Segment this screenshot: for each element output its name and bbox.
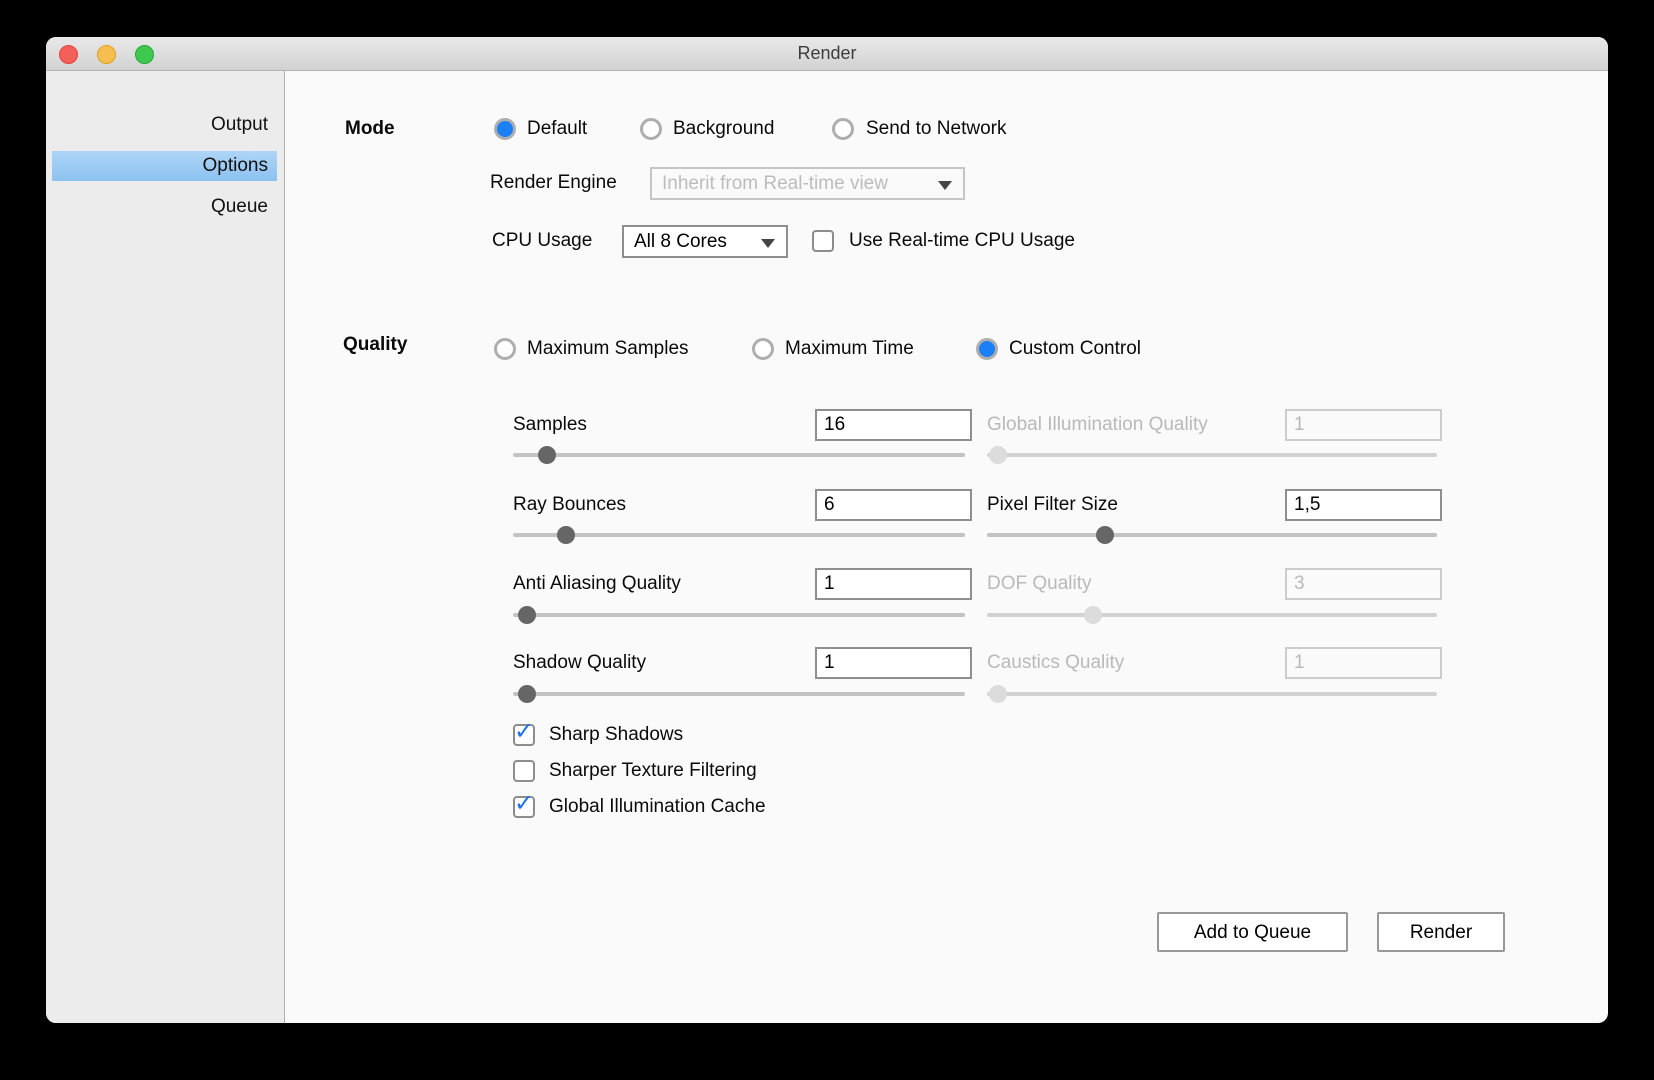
gi-quality-input xyxy=(1285,409,1442,441)
ray-bounces-input[interactable] xyxy=(815,489,972,521)
gi-cache-label[interactable]: Global Illumination Cache xyxy=(549,796,766,818)
anti-aliasing-quality-input[interactable] xyxy=(815,568,972,600)
caustics-quality-input xyxy=(1285,647,1442,679)
use-realtime-cpu-label[interactable]: Use Real-time CPU Usage xyxy=(849,230,1075,252)
ray-bounces-slider-handle[interactable] xyxy=(557,526,575,544)
mode-radio-background-label[interactable]: Background xyxy=(673,118,774,140)
sidebar-item-options[interactable]: Options xyxy=(52,151,277,181)
pixel-filter-size-input[interactable] xyxy=(1285,489,1442,521)
use-realtime-cpu-checkbox[interactable] xyxy=(812,230,834,252)
quality-section-label: Quality xyxy=(343,334,407,356)
mode-radio-send-to-network[interactable] xyxy=(832,118,854,140)
mode-radio-background[interactable] xyxy=(640,118,662,140)
sidebar: Output Options Queue xyxy=(46,71,285,1023)
sharp-shadows-checkbox[interactable]: ✓ xyxy=(513,724,535,746)
caustics-quality-slider xyxy=(987,692,1437,696)
ray-bounces-slider[interactable] xyxy=(513,533,965,537)
samples-input[interactable] xyxy=(815,409,972,441)
sharper-texture-filtering-checkbox[interactable] xyxy=(513,760,535,782)
anti-aliasing-quality-slider[interactable] xyxy=(513,613,965,617)
titlebar[interactable]: Render xyxy=(46,37,1608,71)
dof-quality-label: DOF Quality xyxy=(987,573,1092,595)
dof-quality-slider-handle xyxy=(1084,606,1102,624)
sharper-texture-filtering-label[interactable]: Sharper Texture Filtering xyxy=(549,760,757,782)
cpu-usage-dropdown[interactable]: All 8 Cores xyxy=(622,225,788,258)
pixel-filter-size-label: Pixel Filter Size xyxy=(987,494,1118,516)
shadow-quality-slider-handle[interactable] xyxy=(518,685,536,703)
mode-radio-default[interactable] xyxy=(494,118,516,140)
sharp-shadows-label[interactable]: Sharp Shadows xyxy=(549,724,683,746)
check-icon: ✓ xyxy=(514,789,534,818)
sidebar-item-queue[interactable]: Queue xyxy=(52,192,277,222)
quality-radio-custom-control[interactable] xyxy=(976,338,998,360)
quality-radio-maximum-time[interactable] xyxy=(752,338,774,360)
gi-quality-slider-handle xyxy=(989,446,1007,464)
render-engine-value: Inherit from Real-time view xyxy=(662,173,888,194)
dropdown-arrow-icon xyxy=(938,181,952,190)
quality-radio-maximum-samples[interactable] xyxy=(494,338,516,360)
shadow-quality-slider[interactable] xyxy=(513,692,965,696)
render-engine-label: Render Engine xyxy=(490,172,617,194)
dropdown-arrow-icon xyxy=(761,239,775,248)
check-icon: ✓ xyxy=(514,717,534,746)
mode-section-label: Mode xyxy=(345,118,395,140)
mode-radio-default-label[interactable]: Default xyxy=(527,118,587,140)
pixel-filter-size-slider[interactable] xyxy=(987,533,1437,537)
gi-quality-label: Global Illumination Quality xyxy=(987,414,1208,436)
render-engine-dropdown[interactable]: Inherit from Real-time view xyxy=(650,167,965,200)
caustics-quality-label: Caustics Quality xyxy=(987,652,1124,674)
gi-quality-slider xyxy=(987,453,1437,457)
dof-quality-slider xyxy=(987,613,1437,617)
add-to-queue-button[interactable]: Add to Queue xyxy=(1157,912,1348,952)
anti-aliasing-quality-slider-handle[interactable] xyxy=(518,606,536,624)
caustics-quality-slider-handle xyxy=(989,685,1007,703)
cpu-usage-value: All 8 Cores xyxy=(634,231,727,252)
pixel-filter-size-slider-handle[interactable] xyxy=(1096,526,1114,544)
quality-radio-maximum-samples-label[interactable]: Maximum Samples xyxy=(527,338,689,360)
render-window: Render Output Options Queue Mode Default… xyxy=(46,37,1608,1023)
samples-slider[interactable] xyxy=(513,453,965,457)
sidebar-item-output[interactable]: Output xyxy=(52,110,277,140)
samples-slider-handle[interactable] xyxy=(538,446,556,464)
gi-cache-checkbox[interactable]: ✓ xyxy=(513,796,535,818)
ray-bounces-label: Ray Bounces xyxy=(513,494,626,516)
shadow-quality-label: Shadow Quality xyxy=(513,652,646,674)
dof-quality-input xyxy=(1285,568,1442,600)
render-button[interactable]: Render xyxy=(1377,912,1505,952)
window-title: Render xyxy=(46,37,1608,70)
mode-radio-send-to-network-label[interactable]: Send to Network xyxy=(866,118,1006,140)
shadow-quality-input[interactable] xyxy=(815,647,972,679)
samples-label: Samples xyxy=(513,414,587,436)
quality-radio-custom-control-label[interactable]: Custom Control xyxy=(1009,338,1141,360)
anti-aliasing-quality-label: Anti Aliasing Quality xyxy=(513,573,681,595)
quality-radio-maximum-time-label[interactable]: Maximum Time xyxy=(785,338,914,360)
cpu-usage-label: CPU Usage xyxy=(492,230,592,252)
